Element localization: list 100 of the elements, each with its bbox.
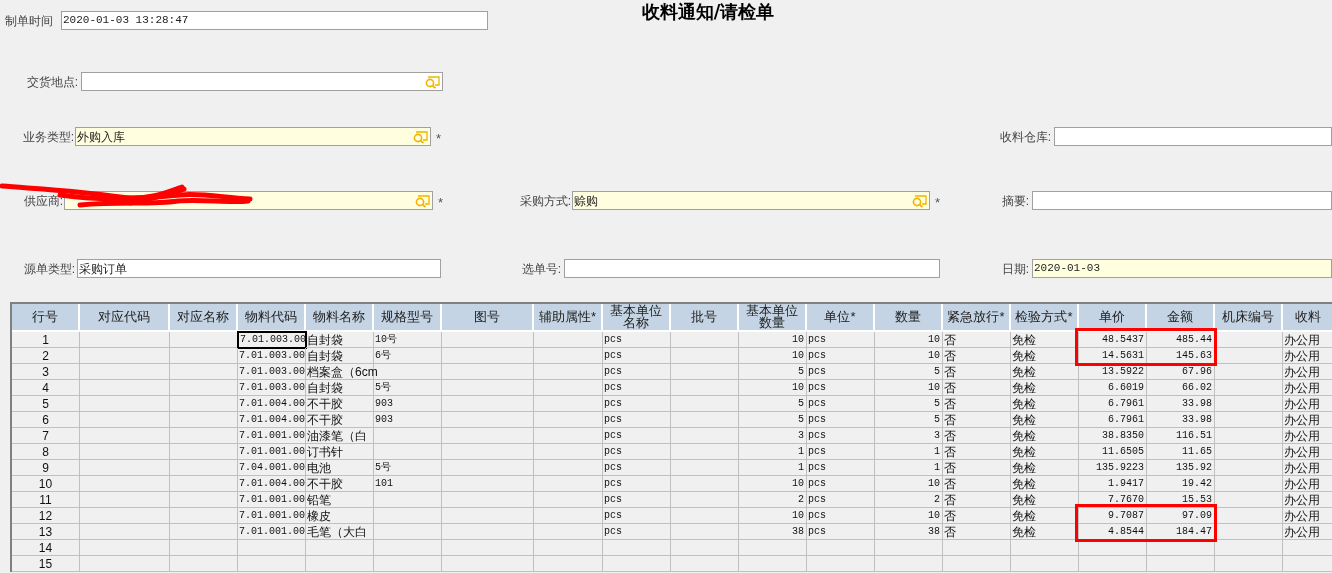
column-header[interactable]: 基本单位数量 bbox=[739, 304, 807, 332]
table-cell: 5 bbox=[739, 396, 807, 412]
table-cell: pcs bbox=[807, 396, 875, 412]
table-cell: 10号 bbox=[374, 332, 442, 348]
table-cell bbox=[534, 364, 603, 380]
table-cell bbox=[170, 348, 238, 364]
table-cell: 1 bbox=[875, 460, 943, 476]
field-label: 交货地点: bbox=[26, 73, 78, 91]
required-mark: * bbox=[436, 129, 442, 148]
table-cell bbox=[374, 540, 442, 556]
table-cell: 5 bbox=[875, 364, 943, 380]
table-cell bbox=[671, 428, 739, 444]
table-cell bbox=[671, 444, 739, 460]
table-cell: 7.01.004.00 bbox=[238, 396, 306, 412]
table-cell: 10 bbox=[739, 476, 807, 492]
table-cell bbox=[534, 412, 603, 428]
table-cell: 3 bbox=[12, 364, 80, 380]
table-cell: 1 bbox=[875, 444, 943, 460]
column-header[interactable]: 行号 bbox=[12, 304, 80, 332]
table-cell bbox=[671, 348, 739, 364]
table-cell: 10 bbox=[875, 348, 943, 364]
table-cell: 38 bbox=[875, 524, 943, 540]
input-field[interactable]: 赊购 bbox=[572, 191, 930, 210]
input-field[interactable] bbox=[1054, 127, 1332, 146]
search-icon[interactable] bbox=[414, 193, 430, 208]
table-cell: pcs bbox=[603, 508, 671, 524]
table-cell: 7.01.001.00 bbox=[238, 508, 306, 524]
table-cell: 1 bbox=[739, 444, 807, 460]
table-cell bbox=[306, 556, 374, 572]
table-cell: 铅笔 bbox=[306, 492, 374, 508]
table-cell bbox=[534, 524, 603, 540]
input-field[interactable]: 2020-01-03 bbox=[1032, 259, 1332, 278]
table-cell bbox=[1147, 556, 1215, 572]
table-cell bbox=[534, 460, 603, 476]
table-cell: 15.53 bbox=[1147, 492, 1215, 508]
table-cell bbox=[170, 508, 238, 524]
column-header[interactable]: 对应代码 bbox=[80, 304, 170, 332]
table-cell: 7.01.003.00 bbox=[238, 348, 306, 364]
search-icon[interactable] bbox=[412, 129, 428, 144]
column-header[interactable]: 收料 bbox=[1283, 304, 1332, 332]
table-cell: pcs bbox=[603, 380, 671, 396]
input-field[interactable]: 采购订单 bbox=[77, 259, 441, 278]
table-cell: 9 bbox=[12, 460, 80, 476]
table-cell bbox=[534, 428, 603, 444]
table-cell bbox=[1215, 460, 1283, 476]
field-label: 收料仓库: bbox=[999, 128, 1051, 146]
input-field[interactable] bbox=[564, 259, 940, 278]
table-cell: 101 bbox=[374, 476, 442, 492]
table-cell bbox=[534, 380, 603, 396]
table-cell: 33.98 bbox=[1147, 412, 1215, 428]
table-cell bbox=[1147, 540, 1215, 556]
search-icon[interactable] bbox=[911, 193, 927, 208]
column-header[interactable]: 图号 bbox=[442, 304, 534, 332]
table-cell bbox=[534, 508, 603, 524]
column-header[interactable]: 数量 bbox=[875, 304, 943, 332]
table-cell: 8 bbox=[12, 444, 80, 460]
table-cell: 免检 bbox=[1011, 524, 1079, 540]
column-header[interactable]: 检验方式* bbox=[1011, 304, 1079, 332]
table-cell bbox=[1215, 524, 1283, 540]
column-header[interactable]: 紧急放行* bbox=[943, 304, 1011, 332]
table-cell bbox=[671, 492, 739, 508]
column-header[interactable]: 机床编号 bbox=[1215, 304, 1283, 332]
column-header[interactable]: 单位* bbox=[807, 304, 875, 332]
column-header[interactable]: 物料名称 bbox=[306, 304, 374, 332]
column-header[interactable]: 基本单位名称 bbox=[603, 304, 671, 332]
input-field[interactable]: 外购入库 bbox=[75, 127, 431, 146]
table-cell bbox=[603, 540, 671, 556]
table-cell bbox=[170, 460, 238, 476]
field-label: 制单时间 bbox=[5, 12, 53, 30]
search-icon[interactable] bbox=[424, 74, 440, 89]
table-cell: 10 bbox=[739, 380, 807, 396]
table-cell: 免检 bbox=[1011, 396, 1079, 412]
column-header[interactable]: 规格型号 bbox=[374, 304, 442, 332]
input-field[interactable]: 2020-01-03 13:28:47 bbox=[61, 11, 488, 30]
column-header[interactable]: 辅助属性* bbox=[534, 304, 603, 332]
table-cell: 97.09 bbox=[1147, 508, 1215, 524]
table-cell: 33.98 bbox=[1147, 396, 1215, 412]
table-cell bbox=[1215, 556, 1283, 572]
table-cell bbox=[534, 556, 603, 572]
table-cell: pcs bbox=[807, 332, 875, 348]
field-label: 采购方式: bbox=[519, 192, 571, 210]
table-cell: 7.01.003.00 bbox=[238, 332, 306, 348]
column-header[interactable]: 批号 bbox=[671, 304, 739, 332]
field-label: 摘要: bbox=[1001, 192, 1029, 210]
required-mark: * bbox=[935, 193, 941, 212]
column-header[interactable]: 对应名称 bbox=[170, 304, 238, 332]
table-cell: 办公用 bbox=[1283, 332, 1332, 348]
table-cell bbox=[671, 460, 739, 476]
table-cell bbox=[374, 508, 442, 524]
table-cell: 14.5631 bbox=[1079, 348, 1147, 364]
input-field[interactable] bbox=[1032, 191, 1332, 210]
column-header[interactable]: 物料代码 bbox=[238, 304, 306, 332]
table-cell bbox=[170, 428, 238, 444]
table-cell bbox=[534, 476, 603, 492]
table-cell: 4 bbox=[12, 380, 80, 396]
table-cell: 1.9417 bbox=[1079, 476, 1147, 492]
table-cell: 免检 bbox=[1011, 476, 1079, 492]
table-cell bbox=[170, 364, 238, 380]
input-field[interactable] bbox=[81, 72, 443, 91]
table-cell bbox=[306, 540, 374, 556]
